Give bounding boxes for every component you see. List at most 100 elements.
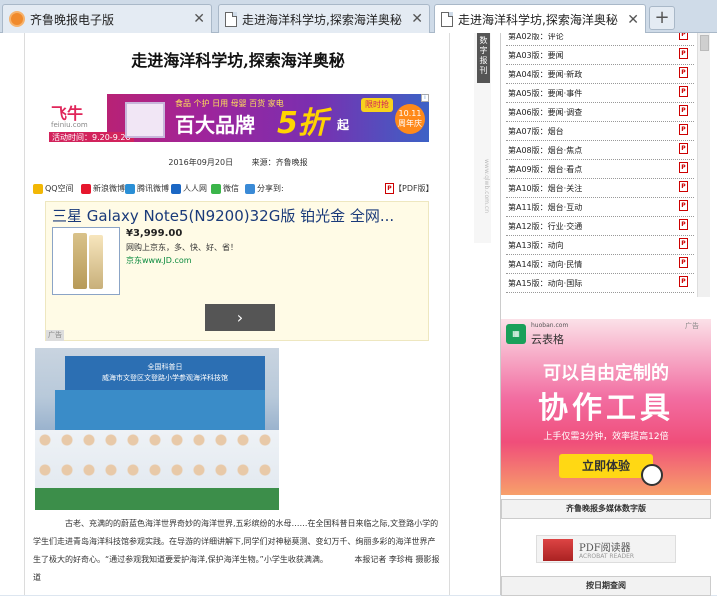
pdf-icon[interactable]: P — [679, 48, 688, 59]
pdf-icon[interactable]: P — [679, 219, 688, 230]
article-meta: 2016年09月20日 来源：齐鲁晚报 — [25, 157, 451, 168]
pdf-icon[interactable]: P — [679, 33, 688, 40]
page-list-item[interactable]: 第A06版：要闻·调查 P — [506, 103, 694, 122]
pdf-reader-title: PDF阅读器 — [579, 543, 631, 554]
wechat-icon — [211, 183, 221, 194]
pdf-icon[interactable]: P — [679, 67, 688, 78]
share-weibo[interactable]: 新浪微博 — [81, 183, 125, 194]
close-icon[interactable]: ✕ — [411, 11, 423, 27]
sidebar: 第A02版：评论 P 第A03版：要闻 P 第A04版：要闻·新政 P 第A05版：要闻·事… — [500, 33, 711, 596]
pdf-icon[interactable]: P — [679, 238, 688, 249]
photo-stage-backdrop — [55, 390, 265, 430]
cloud-ad-headline-2: 协作工具 — [538, 391, 674, 426]
cloud-ad-brand: 云表格 — [531, 333, 564, 346]
tab-title: 齐鲁晚报电子版 — [30, 12, 115, 27]
tab-qilu-wanbao[interactable]: 齐鲁晚报电子版 ✕ — [2, 4, 212, 33]
photo-sign-line-2: 威海市文登区文登路小学参观海洋科技馆 — [102, 374, 228, 382]
page-list-label[interactable]: 第A06版：要闻·调查 — [508, 107, 582, 118]
product-source[interactable]: 京东www.JD.com — [126, 255, 192, 266]
page-list-scrollbar[interactable] — [697, 33, 710, 297]
digital-newspaper-tab[interactable]: 数字报刊 — [477, 33, 490, 83]
page-list-label[interactable]: 第A07版：烟台 — [508, 126, 564, 137]
page-list-item[interactable]: 第A12版：行业·交通 P — [506, 217, 694, 236]
page-list-item[interactable]: 第A14版：动向·民情 P — [506, 255, 694, 274]
scrollbar-thumb[interactable] — [700, 35, 709, 51]
new-tab-button[interactable]: + — [649, 6, 675, 30]
pdf-icon[interactable]: P — [679, 143, 688, 154]
pdf-icon[interactable]: P — [679, 276, 688, 287]
phone-image[interactable] — [52, 227, 120, 295]
page-list-label[interactable]: 第A11版：烟台·互动 — [508, 202, 582, 213]
page-list-item[interactable]: 第A05版：要闻·事件 P — [506, 84, 694, 103]
next-arrow-button[interactable]: › — [205, 304, 275, 331]
page-list-label[interactable]: 第A04版：要闻·新政 — [508, 69, 582, 80]
page-list-item[interactable]: 第A09版：烟台·看点 P — [506, 160, 694, 179]
phone-back-shape — [73, 233, 87, 289]
page-list-label[interactable]: 第A02版：评论 — [508, 33, 564, 42]
pdf-icon[interactable]: P — [679, 200, 688, 211]
cloud-ad-url: huoban.com — [531, 322, 569, 329]
page-list-item[interactable]: 第A03版：要闻 P — [506, 46, 694, 65]
pdf-icon[interactable]: P — [679, 162, 688, 173]
photo-floor — [35, 488, 279, 510]
page-list-label[interactable]: 第A12版：行业·交通 — [508, 221, 582, 232]
product-slogan: 网购上京东，多、快、好、省！ — [126, 243, 238, 252]
banner-ad[interactable]: 飞牛 feiniu.com 活动时间：9.20-9.26 食品 个护 日用 母婴… — [45, 94, 429, 142]
close-icon[interactable]: ✕ — [193, 11, 205, 27]
page-list-label[interactable]: 第A10版：烟台·关注 — [508, 183, 582, 194]
phone-front-shape — [89, 235, 103, 289]
pdf-icon[interactable]: P — [679, 257, 688, 268]
close-icon[interactable]: ✕ — [627, 12, 639, 28]
share-tencent-weibo[interactable]: 腾讯微博 — [125, 183, 169, 194]
pdf-icon: P — [385, 183, 394, 194]
page-list-item[interactable]: 第A15版：动向·国际 P — [506, 274, 694, 293]
tab-article[interactable]: 走进海洋科学坊,探索海洋奥秘 ✕ — [218, 4, 430, 33]
page-list-item[interactable]: 第A07版：烟台 P — [506, 122, 694, 141]
cloud-table-ad[interactable]: ▦ huoban.com 云表格 广告 可以自由定制的 协作工具 上手仅需3分钟… — [501, 319, 711, 495]
page-list-item[interactable]: 第A10版：烟台·关注 P — [506, 179, 694, 198]
page-list-item[interactable]: 第A08版：烟台·焦点 P — [506, 141, 694, 160]
pdf-icon[interactable]: P — [679, 105, 688, 116]
pdf-icon[interactable]: P — [679, 181, 688, 192]
banner-logo-url: feiniu.com — [51, 121, 88, 129]
cloud-ad-headline-1: 可以自由定制的 — [543, 363, 669, 384]
date-query-header[interactable]: 按日期查阅 — [501, 576, 711, 596]
page-list-label[interactable]: 第A15版：动向·国际 — [508, 278, 582, 289]
pdf-version-link[interactable]: P 【PDF版】 — [385, 183, 434, 194]
photo-sign: 全国科普日 威海市文登区文登路小学参观海洋科技馆 — [65, 356, 265, 390]
share-bar: QQ空间 新浪微博 腾讯微博 人人网 微信 分享到: P 【PDF版】 — [33, 183, 443, 197]
tab-article-active[interactable]: 走进海洋科学坊,探索海洋奥秘 ✕ — [434, 4, 646, 34]
try-now-button[interactable]: 立即体验 — [559, 454, 653, 478]
media-edition-header[interactable]: 齐鲁晚报多媒体数字版 — [501, 499, 711, 519]
product-ad-title[interactable]: 三星 Galaxy Note5(N9200)32G版 铂光金 全网... — [52, 205, 424, 226]
pdf-icon[interactable]: P — [679, 124, 688, 135]
pdf-reader-subtitle: ACROBAT READER — [579, 553, 635, 560]
product-price: ¥3,999.00 — [126, 228, 183, 239]
article-photo: 全国科普日 威海市文登区文登路小学参观海洋科技馆 — [35, 348, 279, 510]
page-list-item[interactable]: 第A04版：要闻·新政 P — [506, 65, 694, 84]
page-list-label[interactable]: 第A05版：要闻·事件 — [508, 88, 582, 99]
renren-icon — [171, 183, 181, 194]
share-more[interactable]: 分享到: — [245, 183, 284, 194]
pdf-reader-link[interactable]: PDF阅读器 ACROBAT READER — [536, 535, 676, 563]
share-wechat[interactable]: 微信 — [211, 183, 239, 194]
share-renren[interactable]: 人人网 — [171, 183, 207, 194]
share-qzone[interactable]: QQ空间 — [33, 183, 74, 194]
page-content: 走进海洋科学坊,探索海洋奥秘 飞牛 feiniu.com 活动时间：9.20-9… — [0, 33, 717, 596]
page-list-label[interactable]: 第A08版：烟台·焦点 — [508, 145, 582, 156]
page-list-label[interactable]: 第A09版：烟台·看点 — [508, 164, 582, 175]
pdf-icon[interactable]: P — [679, 86, 688, 97]
pointer-hand-icon — [641, 464, 663, 486]
page-list-label[interactable]: 第A03版：要闻 — [508, 50, 564, 61]
adchoices-icon[interactable]: i — [421, 94, 429, 102]
page-list-item[interactable]: 第A02版：评论 P — [506, 33, 694, 46]
ad-tag: 广告 — [46, 330, 64, 341]
product-ad[interactable]: 三星 Galaxy Note5(N9200)32G版 铂光金 全网... ¥3,… — [45, 201, 429, 341]
cloud-ad-subtitle: 上手仅需3分钟，效率提高12倍 — [543, 432, 669, 442]
page-list-item[interactable]: 第A11版：烟台·互动 P — [506, 198, 694, 217]
page-list-label[interactable]: 第A14版：动向·民情 — [508, 259, 582, 270]
page-list-item[interactable]: 第A13版：动向 P — [506, 236, 694, 255]
page-list-label[interactable]: 第A13版：动向 — [508, 240, 564, 251]
banner-suffix: 起 — [337, 118, 350, 132]
weibo-icon — [81, 183, 91, 194]
